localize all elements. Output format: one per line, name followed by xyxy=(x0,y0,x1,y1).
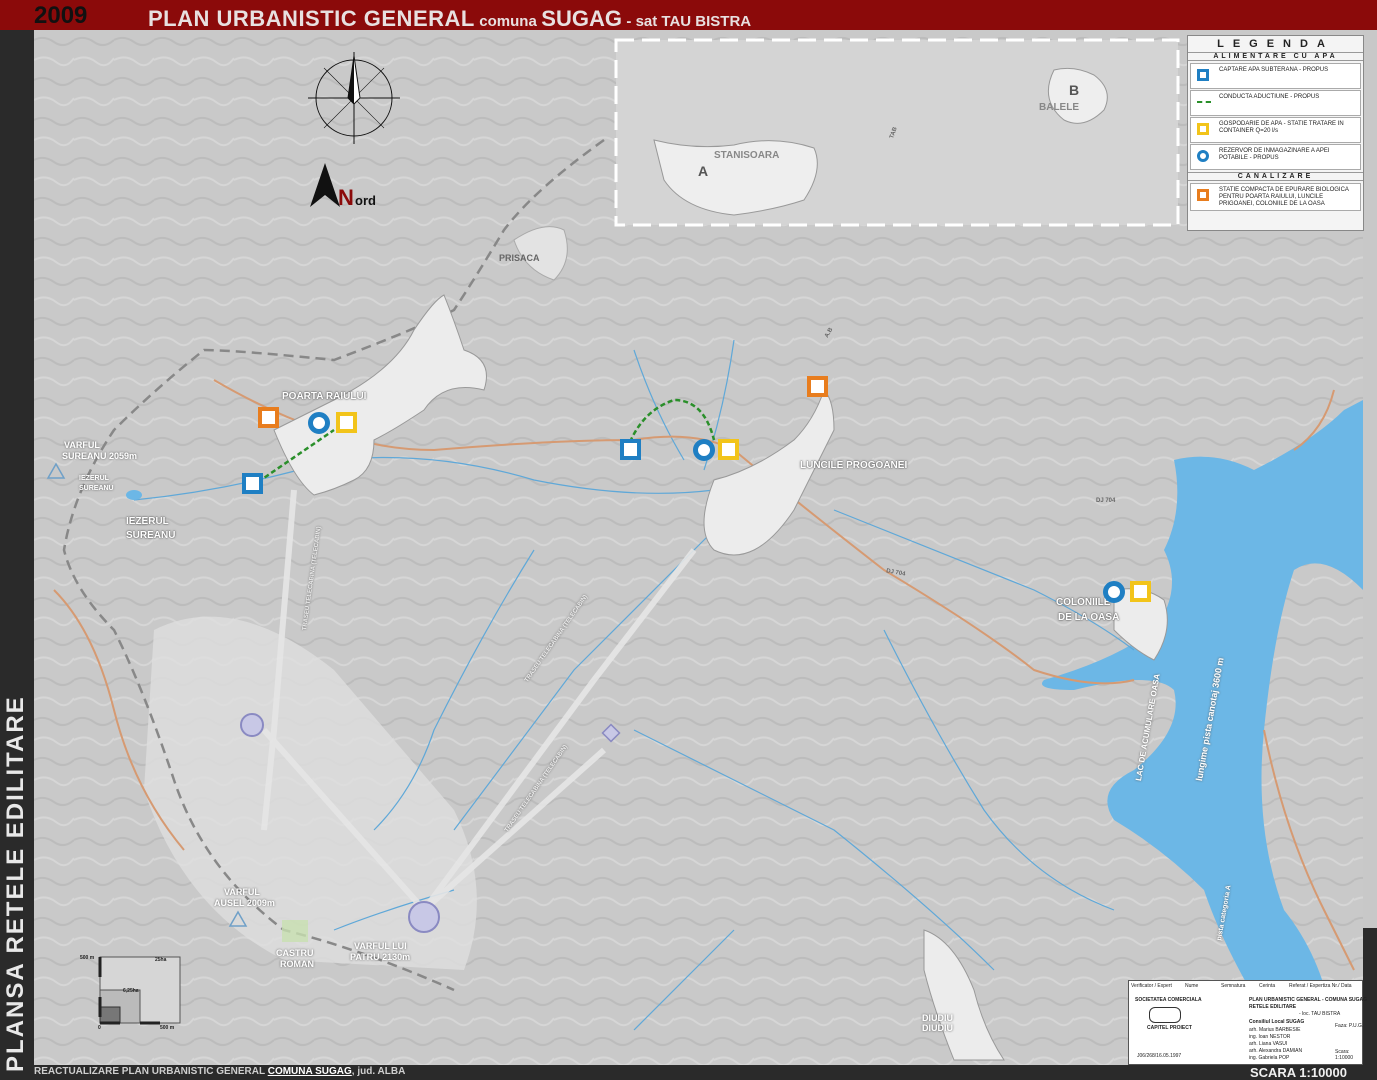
map-title: PLAN URBANISTIC GENERAL comuna SUGAG - s… xyxy=(148,6,751,32)
tb-company-name: CAPITEL PROIECT xyxy=(1147,1025,1192,1031)
tb-beneficiar: Consiliul Local SUGAG xyxy=(1249,1019,1305,1025)
label-iezerul: IEZERUL xyxy=(126,516,169,527)
label-prisaca: PRISACA xyxy=(499,253,540,263)
legend: LEGENDA ALIMENTARE CU APA CAPTARE APA SU… xyxy=(1187,35,1364,231)
label-varful-ausel-1: VARFUL xyxy=(224,887,260,897)
legend-item-rezervor: REZERVOR DE INMAGAZINARE A APEI POTABILE… xyxy=(1190,144,1361,170)
label-varful-ausel-2: AUSEL 2009m xyxy=(214,898,275,908)
marker-rezervor-oasa[interactable] xyxy=(1103,581,1125,603)
north-arrow-icon xyxy=(310,163,340,207)
label-diudiu-bottom: DIUDIU xyxy=(922,1023,953,1033)
legend-item-gospodarie: GOSPODARIE DE APA - STATIE TRATARE IN CO… xyxy=(1190,117,1361,143)
scale-mid: 6,25ha xyxy=(123,988,139,994)
north-letter: N xyxy=(338,185,354,210)
lift-station-1 xyxy=(240,713,264,737)
label-varful-patru-2: PATRU 2130m xyxy=(350,952,411,962)
label-coloniile: COLONIILE xyxy=(1056,597,1111,608)
legend-section-sewer: CANALIZARE xyxy=(1188,172,1363,181)
tb-subproject: RETELE EDILITARE xyxy=(1249,1004,1297,1010)
title-bar: 2009 PLAN URBANISTIC GENERAL comuna SUGA… xyxy=(0,0,1377,32)
tb-loc: - loc. TAU BISTRA xyxy=(1299,1011,1341,1017)
blue-square-icon xyxy=(1197,69,1209,81)
inset-label-b: B xyxy=(1069,82,1080,98)
scale-bottom-right: 500 m xyxy=(160,1025,175,1031)
footer-bar: REACTUALIZARE PLAN URBANISTIC GENERAL CO… xyxy=(34,1065,1377,1080)
scale-label: SCARA 1:10000 xyxy=(1249,1065,1347,1080)
map-drawing xyxy=(34,30,1363,1065)
label-de-la-oasa: DE LA OASA xyxy=(1058,612,1120,623)
legend-item-captare: CAPTARE APA SUBTERANA - PROPUS xyxy=(1190,63,1361,89)
map-canvas[interactable]: PRISACA POARTA RAIULUI LUNCILE PROGOANEI… xyxy=(34,30,1363,1065)
label-diudiu-top: DIUDIU xyxy=(922,1013,953,1023)
compass-rose-icon xyxy=(308,52,400,144)
footer-text: REACTUALIZARE PLAN URBANISTIC GENERAL CO… xyxy=(34,1066,406,1077)
title-block: Verificator / Expert Nume Semnatura Ceri… xyxy=(1128,980,1367,1065)
label-iezer-small-2: SUREANU xyxy=(79,485,114,492)
label-varful-patru-1: VARFUL LUI xyxy=(354,941,407,951)
inset-label-a: A xyxy=(698,163,709,179)
marker-rezervor-poarta[interactable] xyxy=(308,412,330,434)
right-strip xyxy=(1363,30,1377,1065)
tb-faza: Faza: P.U.G. xyxy=(1335,1023,1364,1029)
inset-label-stanisoara: STANISOARA xyxy=(714,150,780,161)
label-iezer-small-1: IEZERUL xyxy=(79,475,109,482)
label-castru-1: CASTRU xyxy=(276,948,314,958)
marker-epurare-poarta[interactable] xyxy=(258,407,279,428)
title-comuna-label: comuna xyxy=(479,13,537,30)
legend-item-epurare: STATIE COMPACTA DE EPURARE BIOLOGICA PEN… xyxy=(1190,183,1361,211)
tb-company: SOCIETATEA COMERCIALA xyxy=(1135,997,1202,1003)
scale-top-left: 500 m xyxy=(80,955,95,961)
label-varful-sureanu-1: VARFUL xyxy=(64,440,100,450)
north-rest: ord xyxy=(355,193,376,208)
lift-station-2 xyxy=(408,901,440,933)
label-sureanu: SUREANU xyxy=(126,530,176,541)
marker-gospodarie-poarta[interactable] xyxy=(336,412,357,433)
label-luncile-progoanei: LUNCILE PROGOANEI xyxy=(800,460,908,471)
yellow-square-icon xyxy=(1197,123,1209,135)
tb-project: PLAN URBANISTIC GENERAL - COMUNA SUGAG xyxy=(1249,997,1368,1003)
label-castru-2: ROMAN xyxy=(280,959,314,969)
orange-square-icon xyxy=(1197,189,1209,201)
label-varful-sureanu-2: SUREANU 2059m xyxy=(62,451,138,461)
label-road-dj704: DJ 704 xyxy=(1096,498,1116,504)
marker-epurare-luncile[interactable] xyxy=(807,376,828,397)
marker-rezervor-luncile[interactable] xyxy=(693,439,715,461)
castru-roman-area xyxy=(282,920,308,942)
iezer-lake xyxy=(126,490,142,500)
tb-reg: J06/268/16.05.1997 xyxy=(1137,1053,1182,1059)
marker-captare-luncile[interactable] xyxy=(620,439,641,460)
blue-circle-icon xyxy=(1197,150,1209,162)
title-comuna: SUGAG xyxy=(541,6,622,31)
legend-title: LEGENDA xyxy=(1217,38,1334,50)
title-sat: - sat TAU BISTRA xyxy=(626,13,752,30)
legend-section-water: ALIMENTARE CU APA xyxy=(1188,52,1363,61)
label-poarta-raiului: POARTA RAIULUI xyxy=(282,391,367,402)
capitel-logo-icon xyxy=(1149,1007,1181,1023)
inset-label-balele: BALELE xyxy=(1039,102,1079,113)
legend-item-conducta: CONDUCTA ADUCTIUNE - PROPUS xyxy=(1190,90,1361,116)
title-main: PLAN URBANISTIC GENERAL xyxy=(148,6,475,31)
marker-gospodarie-luncile[interactable] xyxy=(718,439,739,460)
marker-gospodarie-oasa[interactable] xyxy=(1130,581,1151,602)
side-title: PLANSA RETELE EDILITARE xyxy=(2,695,29,1072)
scale-top-right: 25ha xyxy=(155,957,167,963)
green-dashed-line-icon xyxy=(1197,101,1211,103)
marker-captare-poarta[interactable] xyxy=(242,473,263,494)
year-label: 2009 xyxy=(34,2,88,29)
scale-zero: 0 xyxy=(98,1025,101,1031)
